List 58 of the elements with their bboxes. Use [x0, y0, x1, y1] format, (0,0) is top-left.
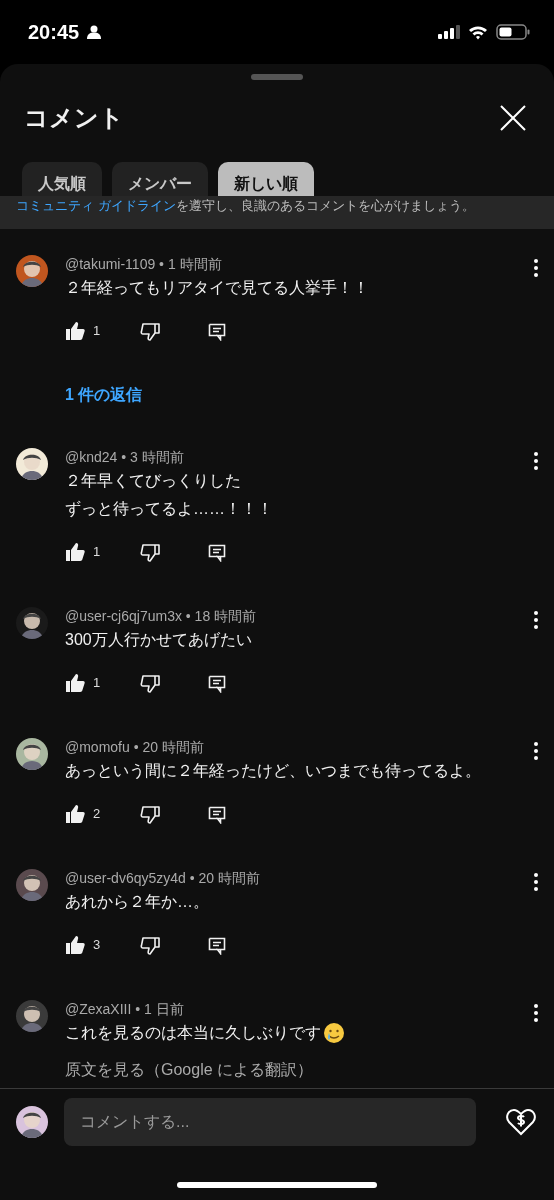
more-icon — [534, 258, 538, 277]
thumbs-down-icon — [140, 804, 160, 825]
comment-icon — [208, 543, 226, 562]
drag-handle[interactable] — [251, 74, 303, 80]
sort-tab[interactable]: 新しい順 — [218, 162, 314, 196]
comment-meta: @ZexaXIII • 1 日前 — [65, 1000, 185, 1018]
comment-text: あっという間に２年経ったけど、いつまでも待ってるよ。 — [65, 761, 481, 781]
comment-text: これを見るのは本当に久しぶりです — [65, 1023, 321, 1043]
person-icon — [87, 25, 102, 39]
more-icon — [534, 1003, 538, 1022]
thumbs-down-icon — [140, 673, 160, 694]
comment-icon — [208, 936, 226, 955]
thumbs-up-icon — [65, 321, 85, 341]
comment-meta: @user-dv6qy5zy4d • 20 時間前 — [65, 869, 261, 887]
thumbs-down-icon — [140, 542, 160, 563]
comment-text: ずっと待ってるよ……！！！ — [65, 499, 273, 519]
guideline-link[interactable]: コミュニティ ガイドライン — [16, 198, 176, 213]
like-button[interactable]: 1 — [65, 321, 133, 341]
battery-icon — [496, 24, 530, 40]
wifi-icon — [468, 24, 488, 40]
signal-icon — [438, 25, 460, 39]
comment-icon — [208, 674, 226, 693]
comment-meta: @knd24 • 3 時間前 — [65, 448, 185, 466]
like-button[interactable]: 1 — [65, 542, 133, 562]
thumbs-up-icon — [65, 673, 85, 693]
see-original-link[interactable]: 原文を見る（Google による翻訳） — [65, 1058, 513, 1082]
more-icon — [534, 451, 538, 470]
heart-dollar-icon — [506, 1108, 536, 1136]
comment-meta: @user-cj6qj7um3x • 18 時間前 — [65, 607, 258, 625]
guideline-notice: コミュニティ ガイドラインを遵守し、良識のあるコメントを心がけましょう。 — [0, 196, 554, 229]
thumbs-down-icon — [140, 935, 160, 956]
more-icon — [534, 872, 538, 891]
sort-tab[interactable]: 人気順 — [22, 162, 102, 196]
like-button[interactable]: 2 — [65, 804, 133, 824]
sort-tab[interactable]: メンバー — [112, 162, 208, 196]
thumbs-down-icon — [140, 321, 160, 342]
comment-field[interactable]: コメントする... — [64, 1098, 476, 1146]
comment-text: 300万人行かせてあげたい — [65, 630, 252, 650]
comment-meta: @momofu • 20 時間前 — [65, 738, 205, 756]
comment-icon — [208, 805, 226, 824]
more-icon — [534, 610, 538, 629]
super-thanks-button[interactable] — [506, 1108, 536, 1136]
like-button[interactable]: 3 — [65, 935, 133, 955]
thumbs-up-icon — [65, 542, 85, 562]
comment-icon — [208, 322, 226, 341]
like-button[interactable]: 1 — [65, 673, 133, 693]
comment-text: あれから２年か…。 — [65, 892, 209, 912]
thumbs-up-icon — [65, 804, 85, 824]
comment-text: ２年経ってもリアタイで見てる人挙手！！ — [65, 278, 369, 298]
emoji-icon — [323, 1022, 345, 1044]
comment-text: ２年早くてびっくりした — [65, 471, 241, 491]
more-icon — [534, 741, 538, 760]
comment-meta: @takumi-1109 • 1 時間前 — [65, 255, 223, 273]
replies-link[interactable]: 1 件の返信 — [65, 375, 143, 415]
sheet-title: コメント — [24, 103, 124, 133]
close-icon — [500, 105, 526, 131]
clock-time: 20:45 — [28, 20, 80, 45]
thumbs-up-icon — [65, 935, 85, 955]
